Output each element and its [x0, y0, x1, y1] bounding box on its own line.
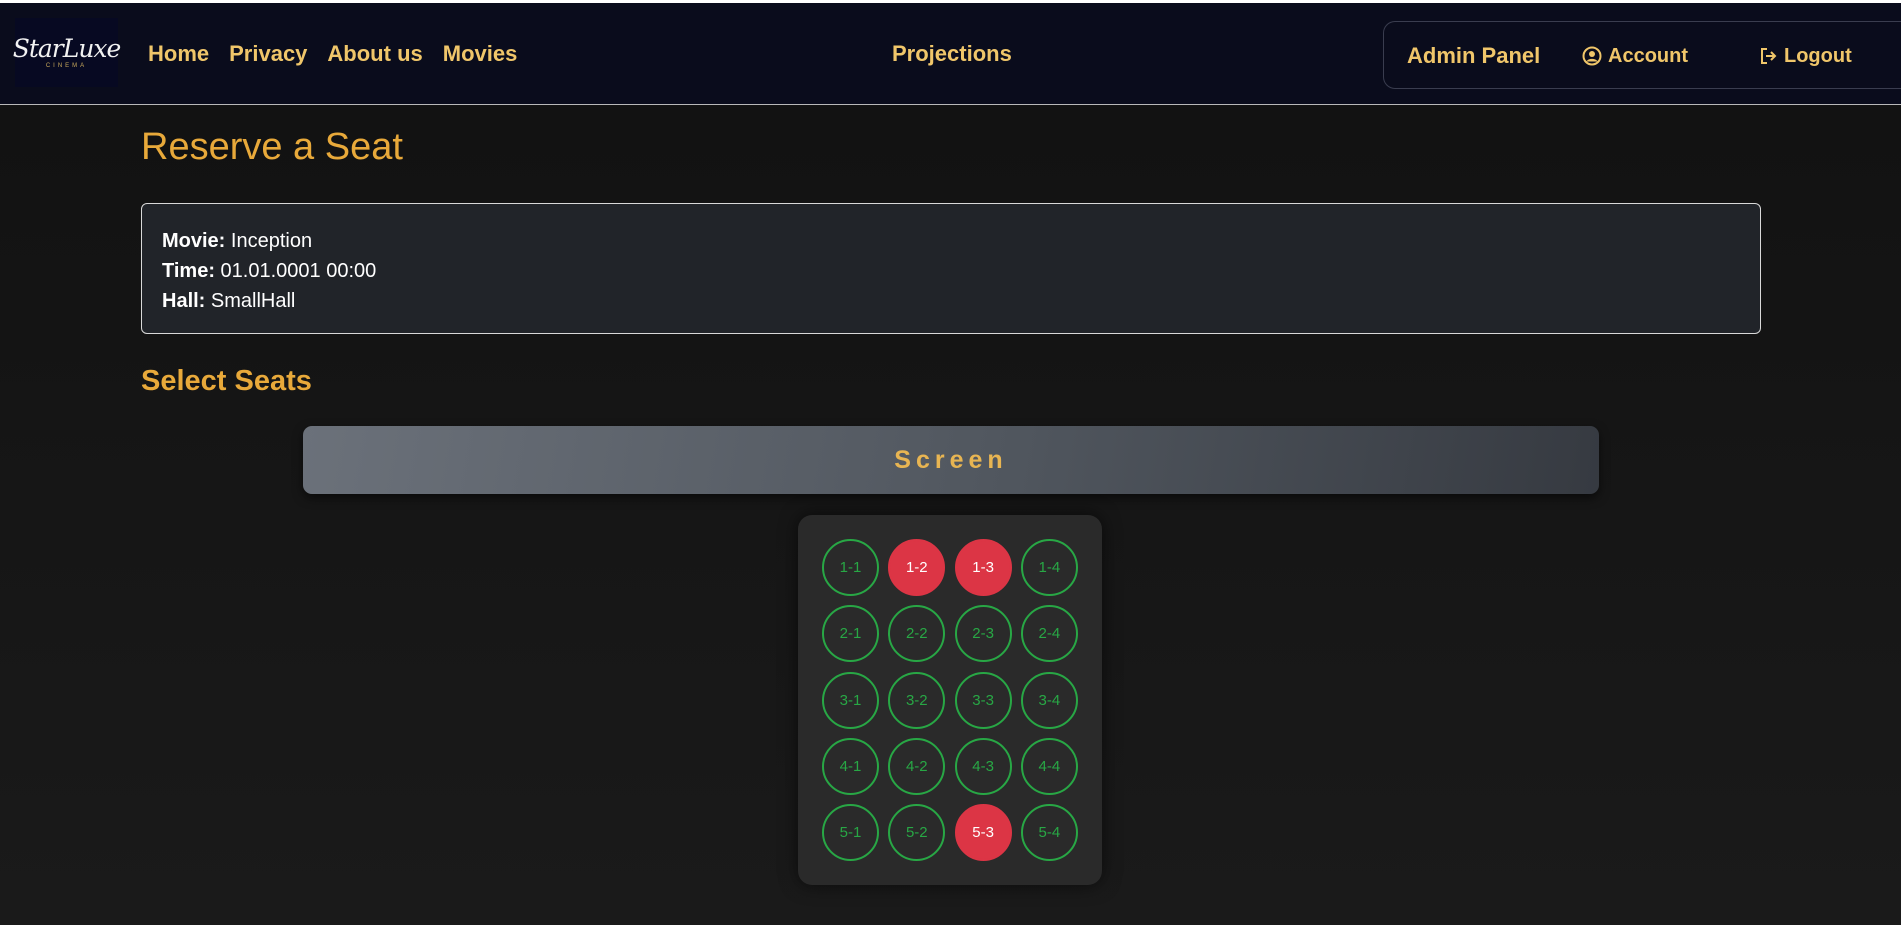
- time-value: 01.01.0001 00:00: [220, 260, 377, 282]
- seat-available[interactable]: 3-4: [1020, 671, 1078, 729]
- nav-center: Projections: [892, 3, 1012, 105]
- nav-admin-panel-link[interactable]: Admin Panel: [1407, 43, 1540, 69]
- seat-available[interactable]: 2-2: [888, 605, 946, 663]
- hall-row: Hall: SmallHall: [162, 286, 1740, 316]
- seat-available[interactable]: 2-4: [1020, 605, 1078, 663]
- cinema-screen: Screen: [303, 426, 1599, 494]
- user-circle-icon: [1581, 45, 1603, 67]
- seat-available[interactable]: 1-1: [822, 539, 879, 596]
- seat-available[interactable]: 4-4: [1020, 737, 1078, 795]
- seat-available[interactable]: 2-1: [822, 605, 879, 663]
- logo-subtitle: CINEMA: [45, 63, 88, 69]
- seat-available[interactable]: 1-4: [1020, 539, 1078, 596]
- hall-value: SmallHall: [210, 290, 296, 312]
- movie-label: Movie:: [162, 230, 226, 252]
- seat-taken: 1-2: [888, 539, 946, 596]
- nav-admin-container: Admin Panel: [1407, 22, 1540, 90]
- logout-icon: [1757, 45, 1779, 67]
- seat-grid: 1-1 1-2 1-3 1-4 2-1 2-2 2-3 2-4 3-1 3-2 3-3 3-4 4-1 4…: [822, 539, 1078, 862]
- movie-value: Inception: [230, 230, 313, 252]
- nav-home-link[interactable]: Home: [148, 41, 209, 67]
- seat-available[interactable]: 4-1: [822, 737, 879, 795]
- nav-privacy-link[interactable]: Privacy: [229, 41, 307, 67]
- movie-row: Movie: Inception: [162, 226, 1740, 256]
- nav-account-label: Account: [1608, 44, 1688, 67]
- select-seats-heading: Select Seats: [141, 365, 312, 397]
- brand-logo[interactable]: StarLuxe CINEMA: [12, 18, 122, 87]
- seat-available[interactable]: 4-2: [888, 737, 946, 795]
- time-row: Time: 01.01.0001 00:00: [162, 256, 1740, 286]
- hall-label: Hall:: [162, 290, 206, 312]
- seat-available[interactable]: 3-2: [888, 671, 946, 729]
- screen-label: Screen: [894, 445, 1008, 474]
- nav-about-link[interactable]: About us: [327, 41, 422, 67]
- navbar: StarLuxe CINEMA Home Privacy About us Mo…: [0, 3, 1901, 105]
- seat-available[interactable]: 2-3: [954, 605, 1012, 663]
- nav-links: Home Privacy About us Movies: [148, 3, 517, 105]
- nav-logout-label: Logout: [1784, 44, 1852, 67]
- nav-user-area: Admin Panel Account Logout: [1383, 21, 1901, 89]
- nav-movies-link[interactable]: Movies: [443, 41, 518, 67]
- seat-available[interactable]: 5-2: [888, 804, 946, 862]
- seat-taken: 5-3: [954, 804, 1012, 862]
- nav-logout-link[interactable]: Logout: [1757, 22, 1852, 90]
- seat-available[interactable]: 5-1: [822, 804, 879, 862]
- nav-account-link[interactable]: Account: [1581, 22, 1688, 90]
- logo-text: StarLuxe: [12, 34, 122, 63]
- time-label: Time:: [162, 260, 215, 282]
- seat-available[interactable]: 3-1: [822, 671, 879, 729]
- page-title: Reserve a Seat: [141, 126, 403, 168]
- seat-available[interactable]: 3-3: [954, 671, 1012, 729]
- seat-available[interactable]: 5-4: [1020, 804, 1078, 862]
- seat-taken: 1-3: [954, 539, 1012, 596]
- seat-map: 1-1 1-2 1-3 1-4 2-1 2-2 2-3 2-4 3-1 3-2 3-3 3-4 4-1 4…: [798, 515, 1102, 885]
- projection-info-box: Movie: Inception Time: 01.01.0001 00:00 …: [141, 203, 1761, 334]
- seat-available[interactable]: 4-3: [954, 737, 1012, 795]
- nav-projections-link[interactable]: Projections: [892, 41, 1012, 67]
